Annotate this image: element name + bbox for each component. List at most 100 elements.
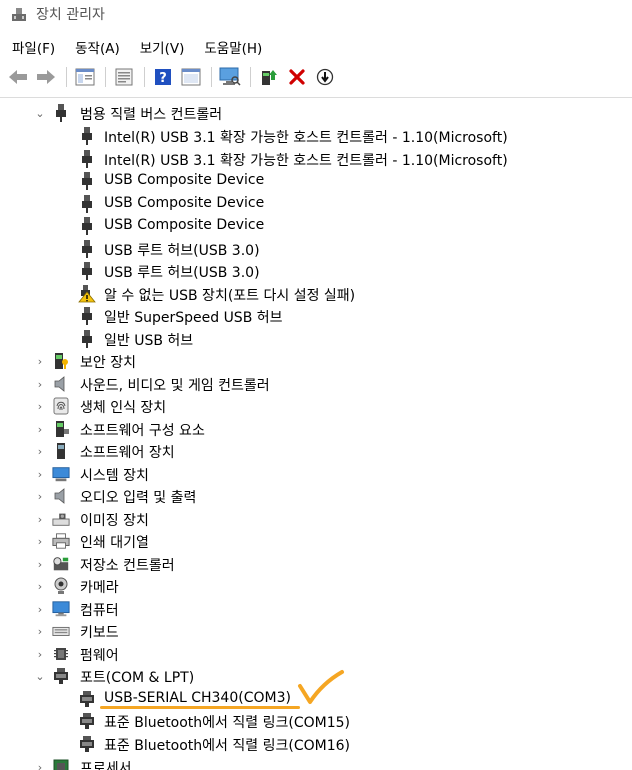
usb-plug-icon xyxy=(78,217,96,235)
system-device-icon xyxy=(52,465,70,483)
category-label: 범용 직렬 버스 컨트롤러 xyxy=(80,107,223,123)
category-label: 키보드 xyxy=(80,625,119,641)
device-manager-icon xyxy=(10,5,28,23)
window-title: 장치 관리자 xyxy=(36,7,105,23)
category-label: 소프트웨어 장치 xyxy=(80,445,175,461)
category-label: 저장소 컨트롤러 xyxy=(80,558,175,574)
usb-warning-icon xyxy=(78,285,96,303)
expand-chevron-icon[interactable]: › xyxy=(33,557,47,571)
usb-plug-icon xyxy=(78,330,96,348)
device-label: USB Composite Device xyxy=(104,195,265,211)
show-hide-tree-icon[interactable] xyxy=(73,65,97,89)
checkmark-annotation xyxy=(296,668,346,712)
menu-bar: 파일(F) 동작(A) 보기(V) 도움말(H) xyxy=(0,36,632,58)
device-label: USB 루트 허브(USB 3.0) xyxy=(104,243,260,259)
toolbar-separator xyxy=(250,67,251,87)
scanner-camera-icon xyxy=(52,510,70,528)
collapse-chevron-icon[interactable]: ⌄ xyxy=(33,669,47,683)
menu-file[interactable]: 파일(F) xyxy=(12,37,55,57)
expand-chevron-icon[interactable]: › xyxy=(33,422,47,436)
help-icon[interactable]: ? xyxy=(151,65,175,89)
category-label: 이미징 장치 xyxy=(80,513,149,529)
software-device-icon xyxy=(52,442,70,460)
expand-chevron-icon[interactable]: › xyxy=(33,354,47,368)
expand-chevron-icon[interactable]: › xyxy=(33,489,47,503)
device-label: 일반 SuperSpeed USB 허브 xyxy=(104,310,283,326)
collapse-chevron-icon[interactable]: ⌄ xyxy=(33,106,47,120)
toolbar-separator xyxy=(105,67,106,87)
usb-plug-icon xyxy=(78,172,96,190)
software-component-icon xyxy=(52,420,70,438)
port-connector-icon xyxy=(78,712,96,730)
webcam-icon xyxy=(52,577,70,595)
expand-chevron-icon[interactable]: › xyxy=(33,760,47,770)
update-driver-icon[interactable] xyxy=(257,65,281,89)
menu-action[interactable]: 동작(A) xyxy=(75,37,120,57)
device-label: Intel(R) USB 3.1 확장 가능한 호스트 컨트롤러 - 1.10(… xyxy=(104,130,508,146)
device-label: USB Composite Device xyxy=(104,172,265,188)
speaker-icon xyxy=(52,375,70,393)
expand-chevron-icon[interactable]: › xyxy=(33,624,47,638)
device-label: USB 루트 허브(USB 3.0) xyxy=(104,265,260,281)
category-label: 인쇄 대기열 xyxy=(80,535,149,551)
category-label: 컴퓨터 xyxy=(80,603,119,619)
device-label: USB Composite Device xyxy=(104,217,265,233)
category-label: 소프트웨어 구성 요소 xyxy=(80,423,205,439)
scan-hardware-icon[interactable] xyxy=(218,65,242,89)
expand-chevron-icon[interactable]: › xyxy=(33,467,47,481)
expand-chevron-icon[interactable]: › xyxy=(33,602,47,616)
expand-chevron-icon[interactable]: › xyxy=(33,399,47,413)
category-label: 오디오 입력 및 출력 xyxy=(80,490,197,506)
view-icon[interactable] xyxy=(179,65,203,89)
computer-monitor-icon xyxy=(52,600,70,618)
expand-chevron-icon[interactable]: › xyxy=(33,534,47,548)
fingerprint-icon xyxy=(52,397,70,415)
port-connector-icon xyxy=(78,735,96,753)
uninstall-icon[interactable] xyxy=(285,65,309,89)
category-label: 사운드, 비디오 및 게임 컨트롤러 xyxy=(80,378,270,394)
device-label: 알 수 없는 USB 장치(포트 다시 설정 실패) xyxy=(104,288,356,304)
category-label: 프로세서 xyxy=(80,761,132,770)
category-label: 시스템 장치 xyxy=(80,468,149,484)
disable-icon[interactable] xyxy=(313,65,337,89)
category-label: 생체 인식 장치 xyxy=(80,400,167,416)
back-icon[interactable] xyxy=(6,65,30,89)
expand-chevron-icon[interactable]: › xyxy=(33,579,47,593)
toolbar-separator xyxy=(66,67,67,87)
firmware-chip-icon xyxy=(52,645,70,663)
speaker-icon xyxy=(52,487,70,505)
processor-chip-icon xyxy=(52,758,70,770)
keyboard-icon xyxy=(52,622,70,640)
category-label: 보안 장치 xyxy=(80,355,136,371)
usb-plug-icon xyxy=(78,195,96,213)
forward-icon[interactable] xyxy=(34,65,58,89)
toolbar-separator xyxy=(144,67,145,87)
usb-plug-icon xyxy=(78,262,96,280)
properties-icon[interactable] xyxy=(112,65,136,89)
menu-view[interactable]: 보기(V) xyxy=(140,37,185,57)
device-label: 일반 USB 허브 xyxy=(104,333,194,349)
printer-icon xyxy=(52,532,70,550)
device-label: 표준 Bluetooth에서 직렬 링크(COM16) xyxy=(104,738,350,754)
usb-plug-icon xyxy=(78,307,96,325)
expand-chevron-icon[interactable]: › xyxy=(33,377,47,391)
usb-plug-icon xyxy=(78,127,96,145)
category-label: 펌웨어 xyxy=(80,648,119,664)
storage-controller-icon xyxy=(52,555,70,573)
port-connector-icon xyxy=(78,690,96,708)
port-connector-icon xyxy=(52,667,70,685)
expand-chevron-icon[interactable]: › xyxy=(33,444,47,458)
security-device-icon xyxy=(52,352,70,370)
device-label: 표준 Bluetooth에서 직렬 링크(COM15) xyxy=(104,715,350,731)
usb-plug-icon xyxy=(52,104,70,122)
menu-help[interactable]: 도움말(H) xyxy=(204,37,262,57)
toolbar: ? xyxy=(0,63,632,91)
expand-chevron-icon[interactable]: › xyxy=(33,512,47,526)
device-label: Intel(R) USB 3.1 확장 가능한 호스트 컨트롤러 - 1.10(… xyxy=(104,153,508,169)
expand-chevron-icon[interactable]: › xyxy=(33,647,47,661)
highlight-underline xyxy=(100,706,300,709)
category-label: 포트(COM & LPT) xyxy=(80,670,195,686)
usb-plug-icon xyxy=(78,150,96,168)
title-bar: 장치 관리자 xyxy=(0,0,632,28)
svg-text:?: ? xyxy=(159,71,167,86)
